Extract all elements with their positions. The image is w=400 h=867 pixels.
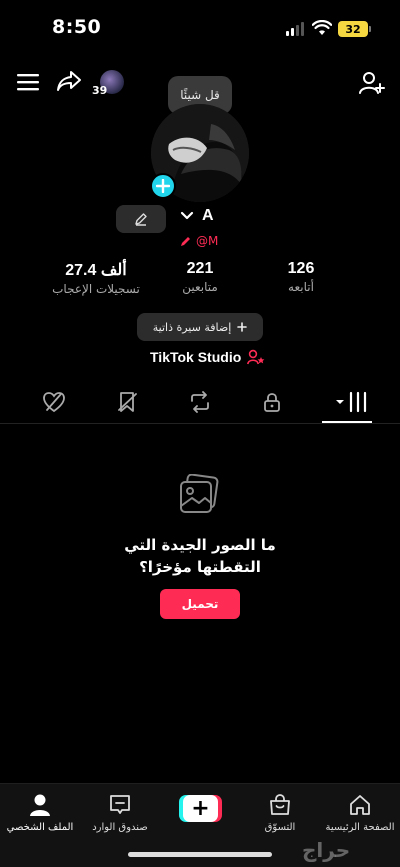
- chevron-down-icon: [180, 211, 194, 220]
- home-icon: [350, 795, 370, 815]
- lock-icon: [264, 393, 280, 412]
- plus-icon: [156, 179, 170, 193]
- cellular-signal-icon: [286, 22, 304, 36]
- tiktok-studio-link[interactable]: TikTok Studio: [150, 349, 265, 365]
- nav-inbox[interactable]: صندوق الوارد: [80, 790, 160, 833]
- story-count: 39: [92, 84, 108, 97]
- nav-profile[interactable]: الملف الشخصي: [0, 790, 80, 833]
- followers-stat[interactable]: 221 متابعين: [168, 260, 232, 294]
- nav-shop-label: التسوّق: [264, 822, 296, 833]
- user-star-icon: [247, 349, 265, 365]
- followers-label: متابعين: [182, 280, 218, 294]
- pencil-icon: [135, 213, 147, 226]
- add-avatar-button[interactable]: [150, 173, 176, 199]
- edit-username-icon: [181, 237, 190, 246]
- tab-videos[interactable]: [332, 390, 372, 414]
- add-bio-label: إضافة سيرة ذاتية: [152, 320, 232, 334]
- photo-icon: [180, 474, 219, 513]
- nav-shop[interactable]: التسوّق: [240, 790, 320, 833]
- followers-count: 221: [186, 260, 214, 277]
- story-avatar[interactable]: 39: [92, 70, 124, 98]
- profile-icon: [30, 794, 50, 816]
- profile-name-row[interactable]: A: [180, 207, 214, 225]
- nav-home[interactable]: الصفحة الرئيسية: [320, 790, 400, 833]
- following-count: 126: [287, 260, 315, 277]
- plus-icon: [237, 322, 248, 332]
- tab-favorites[interactable]: [114, 390, 142, 414]
- empty-state-line-2: التقطتها مؤخرًا؟: [139, 558, 261, 576]
- empty-state-line-1: ما الصور الجيدة التي: [124, 536, 276, 554]
- shopping-bag-icon: [270, 794, 290, 815]
- following-stat[interactable]: 126 أتابعه: [270, 260, 332, 294]
- likes-label: تسجيلات الإعجاب: [52, 282, 140, 296]
- tab-liked[interactable]: [40, 390, 68, 414]
- repost-icon: [191, 391, 209, 413]
- empty-state-title: ما الصور الجيدة التي التقطتها مؤخرًا؟: [0, 534, 400, 578]
- following-label: أتابعه: [288, 280, 314, 294]
- username: @M: [196, 234, 219, 248]
- add-bio-button[interactable]: إضافة سيرة ذاتية: [137, 313, 263, 341]
- favorites-icon: [118, 392, 137, 412]
- wifi-icon: [312, 20, 332, 35]
- menu-icon[interactable]: [14, 68, 42, 96]
- watermark: حراج: [302, 838, 351, 862]
- username-row[interactable]: @M: [180, 234, 218, 248]
- battery-indicator: 32: [338, 21, 368, 37]
- share-icon[interactable]: [54, 66, 84, 96]
- studio-label: TikTok Studio: [150, 349, 242, 365]
- create-plus-icon: +: [183, 795, 218, 822]
- status-bar: 8:50 32: [0, 0, 400, 58]
- status-time: 8:50: [52, 16, 102, 38]
- inbox-icon: [110, 795, 130, 814]
- upload-button[interactable]: تحميل: [160, 589, 240, 619]
- active-tab-indicator: [322, 421, 372, 423]
- nav-profile-label: الملف الشخصي: [6, 822, 74, 833]
- liked-icon: [43, 392, 65, 413]
- videos-grid-icon: [336, 391, 367, 413]
- nav-home-label: الصفحة الرئيسية: [325, 822, 395, 833]
- tab-repost[interactable]: [186, 390, 214, 414]
- create-button[interactable]: +: [179, 795, 222, 822]
- likes-count: 27.4 ألف: [65, 262, 127, 279]
- profile-tabs: [0, 382, 400, 424]
- profile-name: A: [202, 207, 214, 224]
- nav-inbox-label: صندوق الوارد: [92, 822, 148, 833]
- edit-profile-button[interactable]: [116, 205, 166, 233]
- battery-cap: [369, 26, 371, 32]
- profile-stats: 126 أتابعه 221 متابعين 27.4 ألف تسجيلات …: [0, 260, 400, 300]
- tab-private[interactable]: [258, 390, 286, 414]
- likes-stat[interactable]: 27.4 ألف تسجيلات الإعجاب: [40, 260, 152, 296]
- add-user-icon[interactable]: [356, 68, 388, 98]
- home-indicator[interactable]: [128, 852, 272, 857]
